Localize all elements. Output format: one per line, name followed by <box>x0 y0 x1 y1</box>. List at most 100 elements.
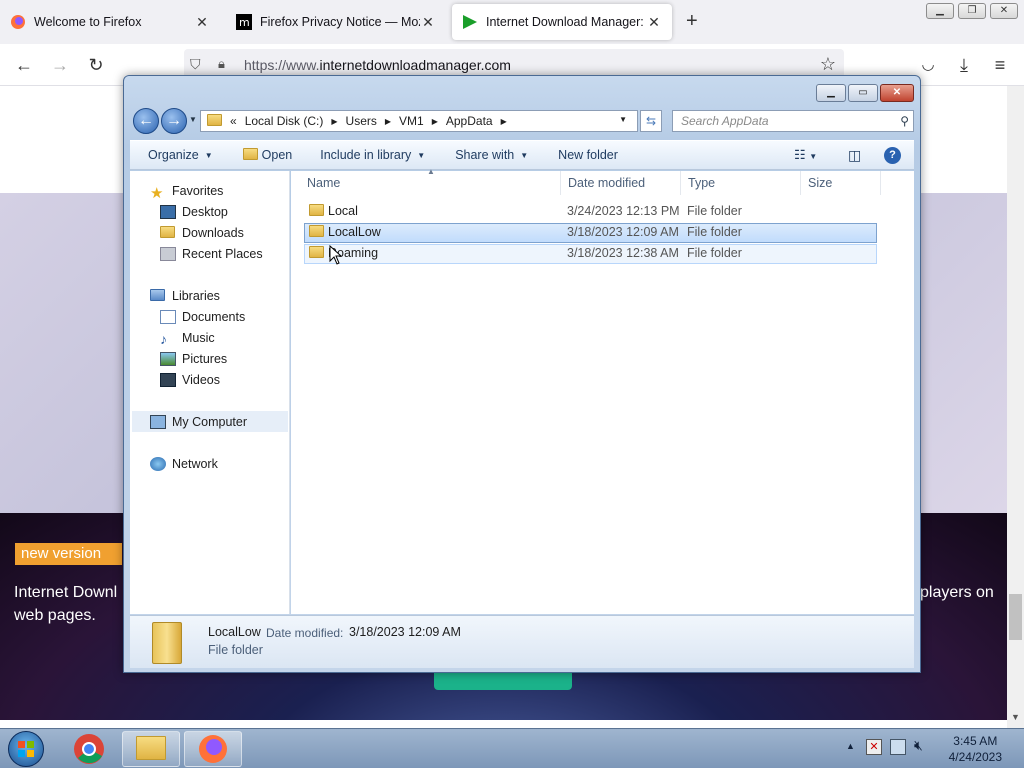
forward-arrow-icon[interactable]: → <box>161 108 187 134</box>
videos-icon <box>160 372 176 387</box>
breadcrumb-overflow[interactable]: « <box>230 114 237 128</box>
start-button[interactable] <box>8 731 44 767</box>
pocket-icon[interactable]: ◡ <box>916 54 940 78</box>
close-tab-icon[interactable]: ✕ <box>194 14 210 31</box>
breadcrumb-users[interactable]: Users <box>346 114 377 128</box>
shield-icon[interactable]: ⛉ <box>190 56 201 73</box>
file-type: File folder <box>687 225 742 239</box>
music-icon: ♪ <box>160 330 167 347</box>
column-date-modified[interactable]: Date modified <box>561 171 681 195</box>
maximize-icon[interactable]: ▭ <box>848 84 878 102</box>
action-center-alert-icon[interactable]: ✕ <box>866 739 882 755</box>
firefox-icon <box>11 15 25 29</box>
file-row-roaming[interactable]: Roaming 3/18/2023 12:38 AM File folder <box>304 244 877 264</box>
nav-libraries[interactable]: Libraries <box>150 285 308 306</box>
breadcrumb-local-disk[interactable]: Local Disk (C:) <box>245 114 324 128</box>
webpage-text-line-2: web pages. <box>14 607 96 624</box>
tab-label: Welcome to Firefox <box>34 15 142 29</box>
mozilla-m-icon: m <box>236 14 252 30</box>
large-folder-icon <box>152 622 182 664</box>
view-options-icon[interactable]: ☷ ▼ <box>794 147 817 163</box>
details-date-label: Date modified: <box>266 626 344 640</box>
breadcrumb-appdata[interactable]: AppData <box>446 114 493 128</box>
mouse-cursor-icon <box>329 245 343 265</box>
details-date-value: 3/18/2023 12:09 AM <box>349 625 461 639</box>
folder-icon <box>309 225 324 240</box>
file-type: File folder <box>687 204 742 218</box>
page-scrollbar[interactable]: ▼ <box>1007 86 1024 728</box>
tab-label: Internet Download Manager: Th <box>486 15 646 29</box>
minimize-icon[interactable]: ▁ <box>926 3 954 19</box>
details-name: LocalLow <box>208 625 261 639</box>
file-row-local[interactable]: Local 3/24/2023 12:13 PM File folder <box>304 202 877 222</box>
restore-icon[interactable]: ❐ <box>958 3 986 19</box>
forward-arrow-icon[interactable]: → <box>48 54 72 78</box>
details-pane: LocalLow Date modified: 3/18/2023 12:09 … <box>130 615 914 668</box>
url-prefix: https://www. <box>244 57 320 73</box>
refresh-icon[interactable]: ⇆ <box>640 110 662 132</box>
help-icon[interactable]: ? <box>884 147 901 164</box>
download-button[interactable] <box>434 672 572 690</box>
file-type: File folder <box>687 246 742 260</box>
tab-privacy-notice[interactable]: m Firefox Privacy Notice — Mozilla ✕ <box>226 4 446 40</box>
svg-text:m: m <box>239 16 250 29</box>
search-input[interactable]: Search AppData ⚲ <box>672 110 914 132</box>
star-icon: ★ <box>150 184 164 202</box>
computer-icon <box>150 414 166 429</box>
bookmark-star-icon[interactable]: ☆ <box>820 54 836 75</box>
close-tab-icon[interactable]: ✕ <box>646 14 662 31</box>
address-bar[interactable]: « Local Disk (C:) ▶ Users ▶ VM1 ▶ AppData ▶ … <box>200 110 638 132</box>
new-tab-button[interactable]: + <box>686 10 698 33</box>
include-in-library-button[interactable]: Include in library ▼ <box>320 148 425 162</box>
desktop-icon <box>160 204 176 219</box>
back-arrow-icon[interactable]: ← <box>12 54 36 78</box>
reload-icon[interactable]: ↻ <box>84 54 108 78</box>
libraries-icon <box>150 288 166 303</box>
browser-tab-bar: Welcome to Firefox ✕ m Firefox Privacy N… <box>0 0 1024 44</box>
system-clock[interactable]: 3:45 AM 4/24/2023 <box>949 733 1002 765</box>
search-placeholder: Search AppData <box>681 114 769 128</box>
nav-network[interactable]: Network <box>150 453 308 474</box>
close-icon[interactable]: ✕ <box>990 3 1018 19</box>
explorer-taskbar-button[interactable] <box>122 731 180 767</box>
lock-icon[interactable]: 🔒︎ <box>218 56 225 72</box>
nav-my-computer[interactable]: My Computer <box>132 411 288 432</box>
tab-label: Firefox Privacy Notice — Mozilla <box>260 15 420 29</box>
open-button[interactable]: Open <box>242 147 292 163</box>
file-name: LocalLow <box>328 225 381 239</box>
navigation-pane: ★ Favorites Desktop Downloads Recent Plac… <box>130 171 290 614</box>
chrome-taskbar-button[interactable] <box>60 731 118 767</box>
network-tray-icon[interactable] <box>890 739 906 755</box>
downloads-icon[interactable]: ⤓ <box>952 54 976 78</box>
command-bar: Organize ▼ Open Include in library ▼ Share… <box>130 140 914 170</box>
scroll-down-arrow-icon[interactable]: ▼ <box>1011 712 1020 722</box>
url-domain: internetdownloadmanager.com <box>319 57 511 73</box>
tab-welcome-firefox[interactable]: Welcome to Firefox ✕ <box>0 4 220 40</box>
network-icon <box>150 456 166 471</box>
tab-idm[interactable]: Internet Download Manager: Th ✕ <box>452 4 672 40</box>
file-row-locallow[interactable]: LocalLow 3/18/2023 12:09 AM File folder <box>304 223 877 243</box>
preview-pane-icon[interactable]: ◫ <box>848 147 861 164</box>
address-dropdown-icon[interactable]: ▼ <box>619 115 627 124</box>
new-folder-button[interactable]: New folder <box>558 148 618 162</box>
share-with-button[interactable]: Share with ▼ <box>455 148 528 162</box>
volume-muted-icon[interactable]: 🔇︎ <box>914 737 923 754</box>
recent-places-icon <box>160 246 176 261</box>
column-size[interactable]: Size <box>801 171 881 195</box>
minimize-icon[interactable]: ▁ <box>816 84 846 102</box>
scrollbar-thumb[interactable] <box>1009 594 1022 640</box>
close-icon[interactable]: ✕ <box>880 84 914 102</box>
firefox-taskbar-button[interactable] <box>184 731 242 767</box>
column-type[interactable]: Type <box>681 171 801 195</box>
show-hidden-icons-icon[interactable]: ▲ <box>846 741 855 751</box>
back-arrow-icon[interactable]: ← <box>133 108 159 134</box>
search-icon[interactable]: ⚲ <box>900 114 909 128</box>
history-dropdown-icon[interactable]: ▼ <box>189 115 197 124</box>
folder-icon <box>207 113 222 129</box>
nav-favorites[interactable]: ★ Favorites <box>150 180 308 202</box>
organize-button[interactable]: Organize ▼ <box>148 148 213 162</box>
menu-icon[interactable]: ≡ <box>988 54 1012 78</box>
breadcrumb-vm1[interactable]: VM1 <box>399 114 424 128</box>
close-tab-icon[interactable]: ✕ <box>420 14 436 31</box>
clock-time: 3:45 AM <box>953 734 998 748</box>
